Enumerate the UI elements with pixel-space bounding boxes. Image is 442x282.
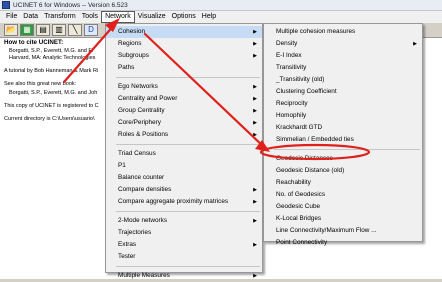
menu-item-core-periphery[interactable]: Core/Periphery ▶ (106, 117, 262, 129)
menu-tools[interactable]: Tools (79, 12, 101, 22)
network-menu: Cohesion ▶ Regions ▶ Subgroups ▶ Paths Ego … (105, 23, 263, 279)
menu-item-k-local-bridges[interactable]: K-Local Bridges (264, 213, 422, 225)
menu-separator (116, 144, 260, 145)
title-bar: UCINET 6 for Windows -- Version 6.523 (0, 0, 442, 11)
submenu-arrow-icon: ▶ (253, 199, 257, 205)
menu-item-compare-aggregate[interactable]: Compare aggregate proximity matrices ▶ (106, 196, 262, 208)
menu-item-cohesion[interactable]: Cohesion ▶ (106, 26, 262, 38)
menu-options[interactable]: Options (169, 12, 199, 22)
menu-bar: File Data Transform Tools Network Visual… (0, 11, 442, 23)
menu-item-ei-index[interactable]: E-I Index (264, 50, 422, 62)
menu-item-roles-positions[interactable]: Roles & Positions ▶ (106, 129, 262, 141)
menu-item-transitivity[interactable]: Transitivity (264, 62, 422, 74)
submenu-arrow-icon: ▶ (253, 53, 257, 59)
menu-item-line-connectivity[interactable]: Line Connectivity/Maximum Flow ... (264, 225, 422, 237)
menu-item-reachability[interactable]: Reachability (264, 177, 422, 189)
menu-item-multiple-measures[interactable]: Multiple Measures ▶ (106, 270, 262, 282)
grid-icon[interactable]: ▤ (36, 24, 50, 36)
menu-item-krackhardt-gtd[interactable]: Krackhardt GTD (264, 122, 422, 134)
menu-item-geodesic-cube[interactable]: Geodesic Cube (264, 201, 422, 213)
menu-item-transitivity-old[interactable]: _Transitivity (old) (264, 74, 422, 86)
menu-item-subgroups[interactable]: Subgroups ▶ (106, 50, 262, 62)
submenu-arrow-icon: ▶ (253, 120, 257, 126)
menu-item-balance-counter[interactable]: Balance counter (106, 172, 262, 184)
submenu-arrow-icon: ▶ (253, 218, 257, 224)
open-folder-icon[interactable]: 📂 (4, 24, 18, 36)
d-icon[interactable]: D (84, 24, 98, 36)
submenu-arrow-icon: ▶ (253, 108, 257, 114)
menu-separator (274, 149, 420, 150)
menu-item-geodesic-distances[interactable]: Geodesic Distances (264, 153, 422, 165)
menu-item-ego-networks[interactable]: Ego Networks ▶ (106, 81, 262, 93)
menu-transform[interactable]: Transform (41, 12, 79, 22)
menu-item-geodesic-distance-old[interactable]: Geodesic Distance (old) (264, 165, 422, 177)
menu-separator (116, 266, 260, 267)
bars-icon[interactable]: ▥ (52, 24, 66, 36)
menu-item-no-of-geodesics[interactable]: No. of Geodesics (264, 189, 422, 201)
submenu-arrow-icon: ▶ (253, 132, 257, 138)
menu-item-extras[interactable]: Extras ▶ (106, 239, 262, 251)
menu-help[interactable]: Help (199, 12, 219, 22)
menu-visualize[interactable]: Visualize (135, 12, 169, 22)
menu-item-2-mode-networks[interactable]: 2-Mode networks ▶ (106, 215, 262, 227)
cite-line-2: Harvard, MA: Analytic Technologies (9, 55, 96, 61)
menu-item-clustering-coefficient[interactable]: Clustering Coefficient (264, 86, 422, 98)
menu-separator (116, 211, 260, 212)
submenu-arrow-icon: ▶ (253, 96, 257, 102)
submenu-arrow-icon: ▶ (413, 41, 417, 47)
menu-item-group-centrality[interactable]: Group Centrality ▶ (106, 105, 262, 117)
menu-item-point-connectivity[interactable]: Point Connectivity (264, 237, 422, 249)
menu-item-triad-census[interactable]: Triad Census (106, 148, 262, 160)
spreadsheet-icon[interactable]: ▦ (20, 24, 34, 36)
submenu-arrow-icon: ▶ (253, 242, 257, 248)
submenu-arrow-icon: ▶ (253, 29, 257, 35)
cite-line-1: Borgatti, S.P., Everett, M.G. and Fr (9, 48, 94, 54)
menu-item-tester[interactable]: Tester (106, 251, 262, 263)
submenu-arrow-icon: ▶ (253, 187, 257, 193)
menu-item-homophily[interactable]: Homophily (264, 110, 422, 122)
line-icon[interactable]: ╲ (68, 24, 82, 36)
submenu-arrow-icon: ▶ (253, 41, 257, 47)
menu-item-reciprocity[interactable]: Reciprocity (264, 98, 422, 110)
app-icon (2, 1, 10, 9)
submenu-arrow-icon: ▶ (253, 84, 257, 90)
menu-data[interactable]: Data (20, 12, 41, 22)
menu-file[interactable]: File (3, 12, 20, 22)
menu-network[interactable]: Network (101, 11, 135, 23)
menu-item-multiple-cohesion[interactable]: Multiple cohesion measures (264, 26, 422, 38)
menu-item-simmelian[interactable]: Simmelian / Embedded ties (264, 134, 422, 146)
window-title: UCINET 6 for Windows -- Version 6.523 (13, 1, 128, 9)
menu-item-trajectories[interactable]: Trajectories (106, 227, 262, 239)
menu-item-paths[interactable]: Paths (106, 62, 262, 74)
menu-separator (116, 77, 260, 78)
menu-item-centrality-power[interactable]: Centrality and Power ▶ (106, 93, 262, 105)
menu-item-p1[interactable]: P1 (106, 160, 262, 172)
menu-item-compare-densities[interactable]: Compare densities ▶ (106, 184, 262, 196)
menu-item-regions[interactable]: Regions ▶ (106, 38, 262, 50)
cohesion-submenu: Multiple cohesion measures Density ▶ E-I … (263, 23, 423, 246)
submenu-arrow-icon: ▶ (253, 273, 257, 279)
menu-item-density[interactable]: Density ▶ (264, 38, 422, 50)
